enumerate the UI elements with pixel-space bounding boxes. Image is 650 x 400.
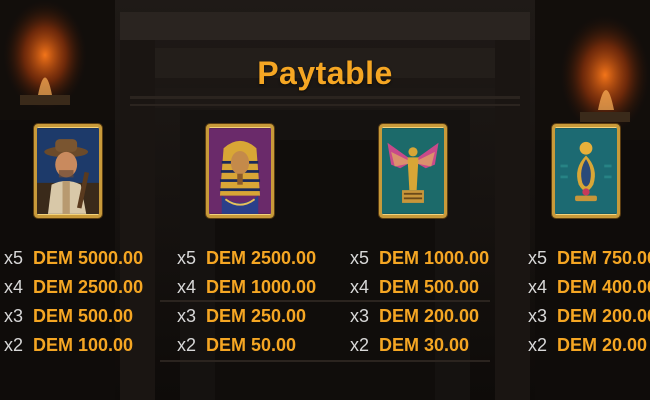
pay-row: x4 DEM 400.00 (528, 276, 650, 305)
payout-amount: DEM 400.00 (557, 277, 650, 297)
multiplier: x5 (177, 248, 197, 268)
paytable-column-pharaoh: x5 DEM 2500.00 x4 DEM 1000.00 x3 DEM 250… (177, 247, 327, 363)
paytable-column-scarab: x5 DEM 750.00 x4 DEM 400.00 x3 DEM 200.0… (528, 247, 650, 363)
multiplier: x3 (4, 306, 24, 326)
pay-row: x3 DEM 200.00 (350, 305, 500, 334)
multiplier: x3 (350, 306, 370, 326)
multiplier: x3 (177, 306, 197, 326)
pay-row: x5 DEM 750.00 (528, 247, 650, 276)
multiplier: x4 (4, 277, 24, 297)
payout-amount: DEM 200.00 (557, 306, 650, 326)
winged-isis-statue-icon (382, 128, 444, 214)
payout-amount: DEM 500.00 (33, 306, 134, 326)
multiplier: x5 (528, 248, 548, 268)
pay-row: x4 DEM 2500.00 (4, 276, 154, 305)
payout-amount: DEM 20.00 (557, 335, 648, 355)
payout-amount: DEM 30.00 (379, 335, 470, 355)
payout-amount: DEM 500.00 (379, 277, 480, 297)
payout-amount: DEM 2500.00 (33, 277, 144, 297)
multiplier: x5 (4, 248, 24, 268)
multiplier: x2 (350, 335, 370, 355)
multiplier: x4 (528, 277, 548, 297)
pay-row: x5 DEM 1000.00 (350, 247, 500, 276)
payout-amount: DEM 1000.00 (379, 248, 490, 268)
paytable-title: Paytable (257, 55, 393, 91)
multiplier: x4 (177, 277, 197, 297)
paytable-column-isis: x5 DEM 1000.00 x4 DEM 500.00 x3 DEM 200.… (350, 247, 500, 363)
payout-amount: DEM 2500.00 (206, 248, 317, 268)
symbol-card-pharaoh (206, 124, 274, 218)
explorer-icon (37, 128, 99, 214)
pay-row: x5 DEM 5000.00 (4, 247, 154, 276)
payout-amount: DEM 200.00 (379, 306, 480, 326)
pay-row: x4 DEM 1000.00 (177, 276, 327, 305)
multiplier: x4 (350, 277, 370, 297)
multiplier: x2 (177, 335, 197, 355)
pay-row: x5 DEM 2500.00 (177, 247, 327, 276)
paytable-column-explorer: x5 DEM 5000.00 x4 DEM 2500.00 x3 DEM 500… (4, 247, 154, 363)
payout-amount: DEM 100.00 (33, 335, 134, 355)
multiplier: x5 (350, 248, 370, 268)
scarab-amulet-icon (555, 128, 617, 214)
paytable-screen: Paytable x5 DEM 5000.00 x4 DEM 2500.00 x… (0, 0, 650, 400)
symbol-card-isis (379, 124, 447, 218)
payout-amount: DEM 5000.00 (33, 248, 144, 268)
pay-row: x2 DEM 30.00 (350, 334, 500, 363)
payout-amount: DEM 1000.00 (206, 277, 317, 297)
pay-row: x2 DEM 20.00 (528, 334, 648, 363)
multiplier: x2 (528, 335, 548, 355)
pay-row: x3 DEM 250.00 (177, 305, 327, 334)
multiplier: x2 (4, 335, 24, 355)
pay-row: x4 DEM 500.00 (350, 276, 500, 305)
payout-amount: DEM 750.00 (557, 248, 650, 268)
pharaoh-icon (209, 128, 271, 214)
symbol-card-scarab (552, 124, 620, 218)
payout-amount: DEM 250.00 (206, 306, 307, 326)
pay-row: x2 DEM 50.00 (177, 334, 327, 363)
multiplier: x3 (528, 306, 548, 326)
payout-amount: DEM 50.00 (206, 335, 297, 355)
pay-row: x3 DEM 200.00 (528, 305, 650, 334)
pay-row: x2 DEM 100.00 (4, 334, 154, 363)
pay-row: x3 DEM 500.00 (4, 305, 154, 334)
symbol-card-explorer (34, 124, 102, 218)
